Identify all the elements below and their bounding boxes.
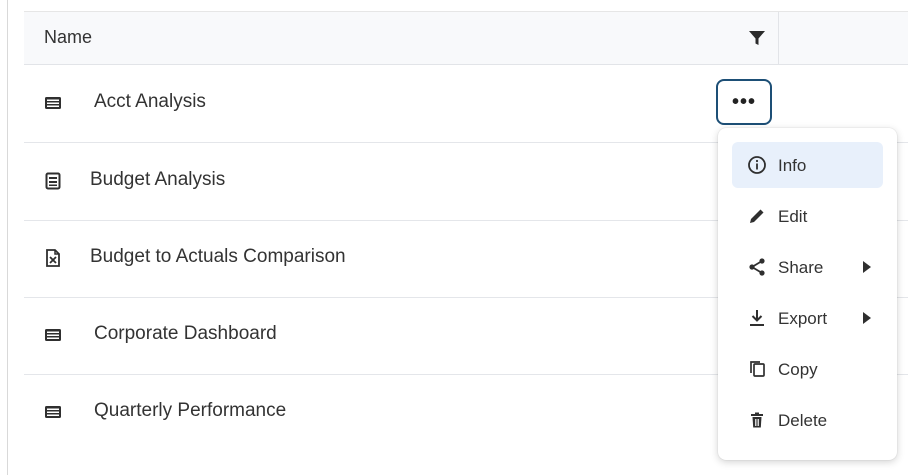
menu-item-label: Edit xyxy=(778,207,808,226)
menu-item-export[interactable]: Export xyxy=(732,295,883,341)
menu-item-label: Copy xyxy=(778,360,818,379)
download-icon xyxy=(750,310,764,326)
name-column-header[interactable]: Name xyxy=(44,27,92,48)
dashboard-icon xyxy=(45,406,61,418)
filter-icon[interactable] xyxy=(747,28,767,48)
row-label[interactable]: Quarterly Performance xyxy=(94,400,286,422)
menu-item-edit[interactable]: Edit xyxy=(732,193,883,239)
submenu-arrow-icon xyxy=(863,312,871,324)
menu-item-delete[interactable]: Delete xyxy=(732,397,883,443)
menu-item-label: Delete xyxy=(778,411,828,430)
row-label[interactable]: Corporate Dashboard xyxy=(94,323,277,345)
menu-item-label: Share xyxy=(778,258,824,277)
menu-item-label: Export xyxy=(778,309,828,328)
excel-file-icon xyxy=(46,249,60,267)
menu-item-label: Info xyxy=(778,156,807,175)
menu-item-info[interactable]: Info xyxy=(732,142,883,188)
column-divider xyxy=(778,12,779,64)
table-header: Name xyxy=(24,12,908,65)
menu-item-copy[interactable]: Copy xyxy=(732,346,883,392)
more-actions-button[interactable]: ••• xyxy=(716,79,772,125)
submenu-arrow-icon xyxy=(863,261,871,273)
pencil-icon xyxy=(750,209,764,223)
info-icon xyxy=(748,156,766,174)
trash-icon xyxy=(751,412,763,428)
row-label[interactable]: Acct Analysis xyxy=(94,91,206,113)
report-icon xyxy=(45,172,61,190)
dashboard-icon xyxy=(45,97,61,109)
left-divider xyxy=(7,0,8,475)
menu-item-share[interactable]: Share xyxy=(732,244,883,290)
copy-icon xyxy=(750,361,765,377)
row-label[interactable]: Budget Analysis xyxy=(90,169,225,191)
context-menu: Info Edit Share Export Copy Delete xyxy=(718,128,897,460)
dashboard-icon xyxy=(45,329,61,341)
row-label[interactable]: Budget to Actuals Comparison xyxy=(90,246,346,268)
share-icon xyxy=(749,258,765,276)
